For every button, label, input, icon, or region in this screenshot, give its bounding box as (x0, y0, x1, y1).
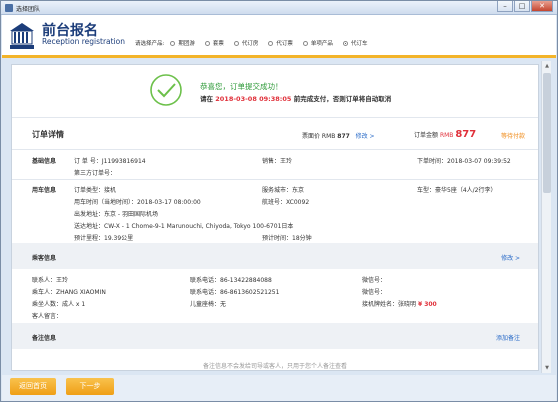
child-seat: 儿童座椅：无 (190, 301, 227, 308)
destination-address: 送达地址：CW-X - 1 Chome-9-1 Marunouchi, Chiy… (74, 223, 294, 230)
product-option-hotel[interactable]: 代订房 (233, 39, 258, 47)
product-selector-label: 请选择产品: (135, 41, 165, 47)
success-title: 恭喜您，订单提交成功！ (200, 82, 283, 91)
product-option-car[interactable]: 代订车 (342, 39, 367, 47)
app-window: 选择团队 – □ ✕ 前台报名 Reception registration 请… (0, 0, 558, 402)
minimize-button[interactable]: – (497, 1, 513, 12)
order-detail-title: 订单详情 (32, 130, 64, 139)
remark-placeholder: 备注信息不会发给司导或客人，只用于您个人备注查看 (202, 363, 347, 370)
radio-icon[interactable] (170, 40, 176, 46)
window-title: 选择团队 (16, 6, 41, 13)
radio-icon[interactable] (302, 40, 308, 46)
fare-price: 票面价 RMB 877 修改 > (302, 133, 375, 140)
remark-info-label: 备注信息 (32, 335, 57, 342)
guest-message: 客人留言： (32, 313, 63, 320)
order-type: 订单类型：接机 (74, 187, 117, 194)
radio-icon[interactable] (233, 40, 239, 46)
order-total: 订单金额 RMB 877 (414, 129, 477, 140)
edit-passenger-link[interactable]: 修改 > (501, 253, 520, 262)
check-circle-icon (150, 74, 182, 106)
car-type: 车型：豪华5座（4人/2行李） (417, 187, 497, 194)
passenger-section-header: 乘客信息 修改 > (12, 243, 538, 269)
edit-fare-link[interactable]: 修改 > (356, 133, 375, 140)
page-header: 前台报名 Reception registration 请选择产品: 期团游 套… (2, 15, 556, 55)
next-step-button[interactable]: 下一步 (66, 378, 114, 395)
flight-number: 航班号：XC0092 (262, 199, 310, 206)
scroll-down-icon[interactable]: ▼ (543, 364, 551, 372)
payment-deadline: 2018-03-08 09:38:05 (215, 95, 292, 103)
divider (12, 149, 538, 150)
order-panel: 恭喜您，订单提交成功！ 请在 2018-03-08 09:38:05 前完成支付… (11, 64, 539, 371)
radio-selected-icon[interactable] (342, 40, 348, 46)
basic-info-label: 基础信息 (32, 158, 57, 165)
accent-bar (2, 55, 556, 58)
product-option-group-tour[interactable]: 期团游 (170, 39, 195, 47)
departure-address: 出发地址：东京 - 羽田国际机场 (74, 211, 158, 218)
success-banner: 恭喜您，订单提交成功！ 请在 2018-03-08 09:38:05 前完成支付… (12, 65, 538, 115)
add-remark-link[interactable]: 添加备注 (496, 333, 520, 342)
use-time: 用车时间（当地时间）：2018-03-17 08:00:00 (74, 199, 201, 206)
third-party-order: 第三方订单号： (74, 170, 117, 177)
order-total-amount: 877 (455, 129, 477, 140)
footer-bar: 返回首页 下一步 (2, 375, 556, 401)
divider (12, 117, 538, 118)
order-status-badge: 等待付款 (501, 133, 526, 140)
estimated-duration: 预计时间：18分钟 (262, 235, 312, 242)
service-city: 服务城市：东京 (262, 187, 305, 194)
radio-icon[interactable] (204, 40, 210, 46)
sales-person: 销售：王玲 (262, 158, 293, 165)
product-option-package[interactable]: 套票 (204, 39, 224, 47)
app-icon (5, 4, 13, 12)
contact-wechat: 微信号： (362, 277, 387, 284)
car-info-label: 用车信息 (32, 187, 57, 194)
radio-icon[interactable] (268, 40, 274, 46)
pickup-sign-price: ¥ 300 (417, 301, 437, 308)
scroll-thumb[interactable] (543, 73, 551, 193)
title-bar: 选择团队 – □ ✕ (1, 1, 557, 15)
payment-deadline-note: 请在 2018-03-08 09:38:05 前完成支付，否则订单将自动取消 (200, 95, 392, 103)
contact-phone: 联系电话：86-13422884088 (190, 277, 272, 284)
order-number: 订 单 号：J11993816914 (74, 158, 146, 165)
page-subtitle: Reception registration (42, 37, 126, 46)
order-time: 下单时间：2018-03-07 09:39:52 (417, 158, 511, 165)
product-option-ticket[interactable]: 代订票 (268, 39, 293, 47)
remark-section-header: 备注信息 添加备注 (12, 323, 538, 349)
order-summary: 订单详情 票面价 RMB 877 修改 > 订单金额 RMB 877 等待付款 (12, 119, 538, 149)
vertical-scrollbar[interactable]: ▲ ▼ (541, 61, 551, 373)
scroll-up-icon[interactable]: ▲ (543, 62, 551, 70)
rider-name: 乘车人：ZHANG XIAOMIN (32, 289, 106, 296)
rider-wechat: 微信号： (362, 289, 387, 296)
maximize-button[interactable]: □ (514, 1, 530, 12)
close-button[interactable]: ✕ (531, 1, 553, 12)
estimated-distance: 预计里程：19.39公里 (74, 235, 134, 242)
passenger-info-label: 乘客信息 (32, 255, 57, 262)
divider (12, 179, 538, 180)
rider-phone: 联系电话：86-8613602521251 (190, 289, 280, 296)
pickup-sign: 接机牌姓名：张晓明 ¥ 300 (362, 301, 437, 308)
passenger-count: 乘坐人数：成人 x 1 (32, 301, 86, 308)
product-selector: 请选择产品: 期团游 套票 代订房 代订票 单项产品 代订车 (135, 39, 377, 47)
building-logo-icon (10, 23, 34, 49)
product-option-single[interactable]: 单项产品 (302, 39, 333, 47)
back-home-button[interactable]: 返回首页 (10, 378, 56, 395)
contact-person: 联系人：王玲 (32, 277, 69, 284)
